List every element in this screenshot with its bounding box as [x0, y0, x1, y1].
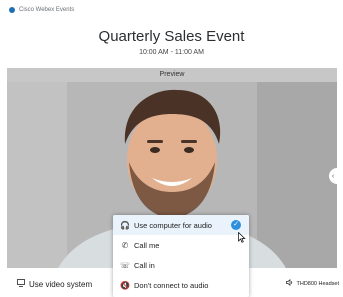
meeting-header: Quarterly Sales Event 10:00 AM - 11:00 A…: [0, 20, 343, 70]
menu-item-label: Call in: [134, 260, 155, 270]
phone-incoming-icon: ☏: [119, 260, 130, 270]
speaker-icon: [285, 279, 294, 288]
app-name: Cisco Webex Events: [19, 7, 75, 13]
menu-item-call-in[interactable]: ☏ Call in: [113, 255, 249, 275]
headset-selector[interactable]: THD800 Headset: [285, 279, 340, 288]
use-video-system-label: Use video system: [29, 279, 93, 289]
phone-icon: ✆: [121, 240, 129, 250]
use-video-system-button[interactable]: Use video system: [17, 279, 92, 289]
title-bar: Cisco Webex Events: [0, 0, 343, 20]
webex-logo-icon: [9, 7, 15, 13]
menu-item-label: Don't connect to audio: [134, 280, 209, 290]
checkmark-icon: ✓: [231, 220, 241, 230]
audio-connection-menu: 🎧 Use computer for audio ✓ ✆ Call me ☏ C…: [113, 215, 249, 297]
monitor-icon: [17, 279, 25, 289]
menu-item-dont-connect-audio[interactable]: 🔇 Don't connect to audio: [113, 275, 249, 295]
menu-item-use-computer-audio[interactable]: 🎧 Use computer for audio ✓: [113, 215, 249, 235]
meeting-time: 10:00 AM - 11:00 AM: [139, 49, 204, 56]
headphones-icon: 🎧: [120, 220, 130, 230]
menu-item-call-me[interactable]: ✆ Call me: [113, 235, 249, 255]
speaker-mute-icon: 🔇: [120, 280, 130, 290]
webex-window: Cisco Webex Events Quarterly Sales Event…: [0, 0, 343, 297]
preview-label: Preview: [7, 68, 337, 82]
mouse-cursor-icon: [238, 232, 246, 243]
headset-label: THD800 Headset: [296, 280, 340, 287]
meeting-title: Quarterly Sales Event: [98, 28, 245, 45]
menu-item-label: Call me: [134, 240, 160, 250]
menu-item-label: Use computer for audio: [134, 220, 212, 230]
